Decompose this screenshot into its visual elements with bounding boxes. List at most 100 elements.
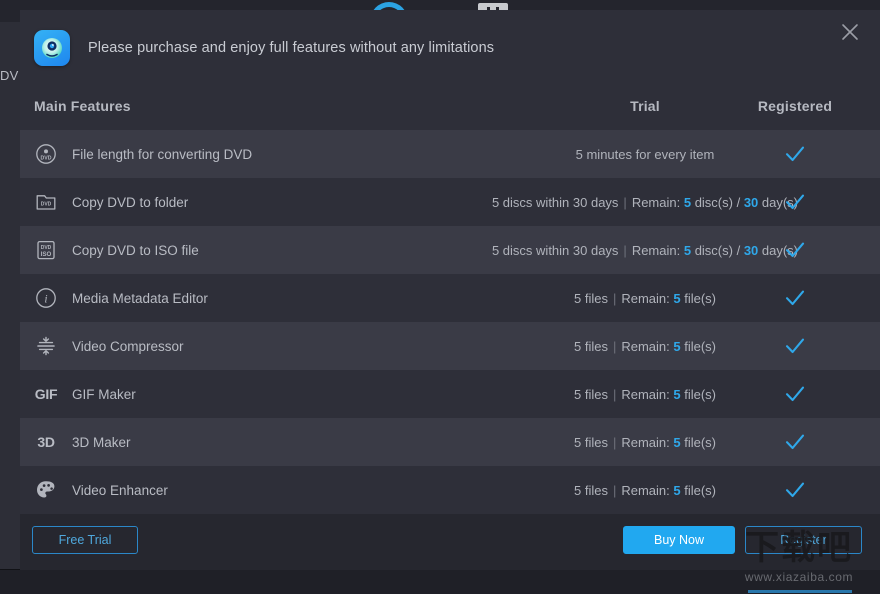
- feature-cell: Video Compressor: [34, 334, 184, 358]
- dvd-disc-icon: DVD: [34, 142, 58, 166]
- background-left-panel: [0, 22, 20, 570]
- trial-separator: |: [623, 242, 627, 258]
- trial-remain-mid: file(s): [680, 482, 716, 498]
- check-icon: [783, 478, 807, 502]
- feature-cell: i Media Metadata Editor: [34, 286, 208, 310]
- feature-cell: DVD ISO Copy DVD to ISO file: [34, 238, 199, 262]
- column-header-features: Main Features: [34, 98, 131, 114]
- table-row: DVD File length for converting DVD 5 minut…: [20, 130, 880, 178]
- check-icon: [783, 382, 807, 406]
- trial-remain-mid: file(s): [680, 434, 716, 450]
- feature-name: Copy DVD to ISO file: [72, 242, 199, 258]
- feature-cell: DVD Copy DVD to folder: [34, 190, 188, 214]
- feature-name: Video Enhancer: [72, 482, 168, 498]
- feature-cell: Video Enhancer: [34, 478, 168, 502]
- trial-prefix: 5 minutes for every item: [575, 146, 715, 162]
- purchase-dialog: Please purchase and enjoy full features …: [20, 10, 880, 570]
- table-row: 3D 3D Maker 5 files | Remain: 5 file(s): [20, 418, 880, 466]
- check-icon: [783, 286, 807, 310]
- screen: DV Please purchase and enjoy full featur…: [0, 0, 880, 594]
- column-header-registered: Registered: [757, 98, 833, 114]
- trial-separator: |: [612, 338, 617, 354]
- dvd-folder-icon: DVD: [34, 190, 58, 214]
- dialog-header: Please purchase and enjoy full features …: [20, 10, 880, 86]
- trial-prefix: 5 discs within 30 days: [491, 242, 619, 258]
- trial-prefix: 5 files: [573, 482, 608, 498]
- feature-cell: 3D 3D Maker: [34, 430, 131, 454]
- check-icon: [783, 142, 807, 166]
- trial-separator: |: [612, 290, 617, 306]
- trial-remain-value-1: 5: [673, 290, 681, 306]
- check-icon: [783, 430, 807, 454]
- registered-cell: [720, 382, 870, 406]
- check-icon: [783, 238, 807, 262]
- dialog-footer: Free Trial Buy Now Register: [20, 514, 880, 570]
- feature-cell: GIF GIF Maker: [34, 382, 136, 406]
- trial-remain-label: Remain:: [621, 434, 674, 450]
- registered-cell: [720, 142, 870, 166]
- trial-remain-value-1: 5: [673, 482, 681, 498]
- svg-text:DVD: DVD: [41, 156, 52, 162]
- feature-cell: DVD File length for converting DVD: [34, 142, 252, 166]
- registered-cell: [720, 286, 870, 310]
- trial-prefix: 5 files: [573, 386, 608, 402]
- buy-now-button[interactable]: Buy Now: [623, 526, 735, 554]
- trial-remain-mid: file(s): [680, 386, 716, 402]
- feature-name: GIF Maker: [72, 386, 136, 402]
- svg-text:i: i: [44, 293, 47, 305]
- trial-separator: |: [612, 482, 617, 498]
- trial-remain-label: Remain:: [631, 194, 684, 210]
- table-row: GIF GIF Maker 5 files | Remain: 5 file(s): [20, 370, 880, 418]
- trial-remain-value-1: 5: [683, 194, 692, 210]
- feature-name: Copy DVD to folder: [72, 194, 189, 210]
- background-tab-label: DV: [0, 68, 19, 83]
- trial-remain-label: Remain:: [621, 338, 674, 354]
- svg-text:DVD: DVD: [41, 202, 52, 208]
- table-row: DVD ISO Copy DVD to ISO file 5 discs within…: [20, 226, 880, 274]
- feature-name: 3D Maker: [72, 434, 131, 450]
- feature-name: Video Compressor: [72, 338, 184, 354]
- compress-icon: [34, 334, 58, 358]
- trial-separator: |: [623, 194, 627, 210]
- trial-remain-value-1: 5: [673, 338, 681, 354]
- palette-icon: [34, 478, 58, 502]
- check-icon: [783, 334, 807, 358]
- trial-remain-label: Remain:: [621, 482, 674, 498]
- 3d-text-icon: 3D: [37, 434, 55, 450]
- trial-separator: |: [612, 386, 617, 402]
- trial-separator: |: [612, 434, 617, 450]
- registered-cell: [720, 478, 870, 502]
- table-row: Video Enhancer 5 files | Remain: 5 file(s): [20, 466, 880, 514]
- trial-prefix: 5 discs within 30 days: [491, 194, 619, 210]
- info-circle-icon: i: [34, 286, 58, 310]
- disc-app-icon: [34, 30, 70, 66]
- column-header-trial: Trial: [630, 98, 660, 114]
- trial-remain-label: Remain:: [621, 386, 674, 402]
- free-trial-button[interactable]: Free Trial: [32, 526, 138, 554]
- dialog-header-text: Please purchase and enjoy full features …: [88, 40, 495, 56]
- trial-remain-value-1: 5: [683, 242, 692, 258]
- trial-remain-mid: file(s): [680, 338, 716, 354]
- table-row: i Media Metadata Editor 5 files | Remain: 5 …: [20, 274, 880, 322]
- table-row: Video Compressor 5 files | Remain: 5 file(s…: [20, 322, 880, 370]
- feature-name: File length for converting DVD: [72, 146, 253, 162]
- trial-remain-value-1: 5: [673, 386, 681, 402]
- trial-prefix: 5 files: [573, 338, 608, 354]
- registered-cell: [720, 430, 870, 454]
- feature-table: DVD File length for converting DVD 5 minut…: [20, 130, 880, 514]
- registered-cell: [720, 190, 870, 214]
- svg-text:ISO: ISO: [41, 251, 52, 258]
- register-button[interactable]: Register: [745, 526, 862, 554]
- trial-remain-label: Remain:: [631, 242, 684, 258]
- registered-cell: [720, 238, 870, 262]
- gif-text-icon: GIF: [34, 386, 58, 402]
- check-icon: [783, 190, 807, 214]
- background-bottom-strip: [0, 570, 880, 594]
- trial-remain-value-1: 5: [673, 434, 681, 450]
- registered-cell: [720, 334, 870, 358]
- feature-name: Media Metadata Editor: [72, 290, 208, 306]
- trial-prefix: 5 files: [573, 434, 608, 450]
- dvd-iso-icon: DVD ISO: [34, 238, 58, 262]
- trial-remain-label: Remain:: [621, 290, 674, 306]
- table-row: DVD Copy DVD to folder 5 discs within 30 d…: [20, 178, 880, 226]
